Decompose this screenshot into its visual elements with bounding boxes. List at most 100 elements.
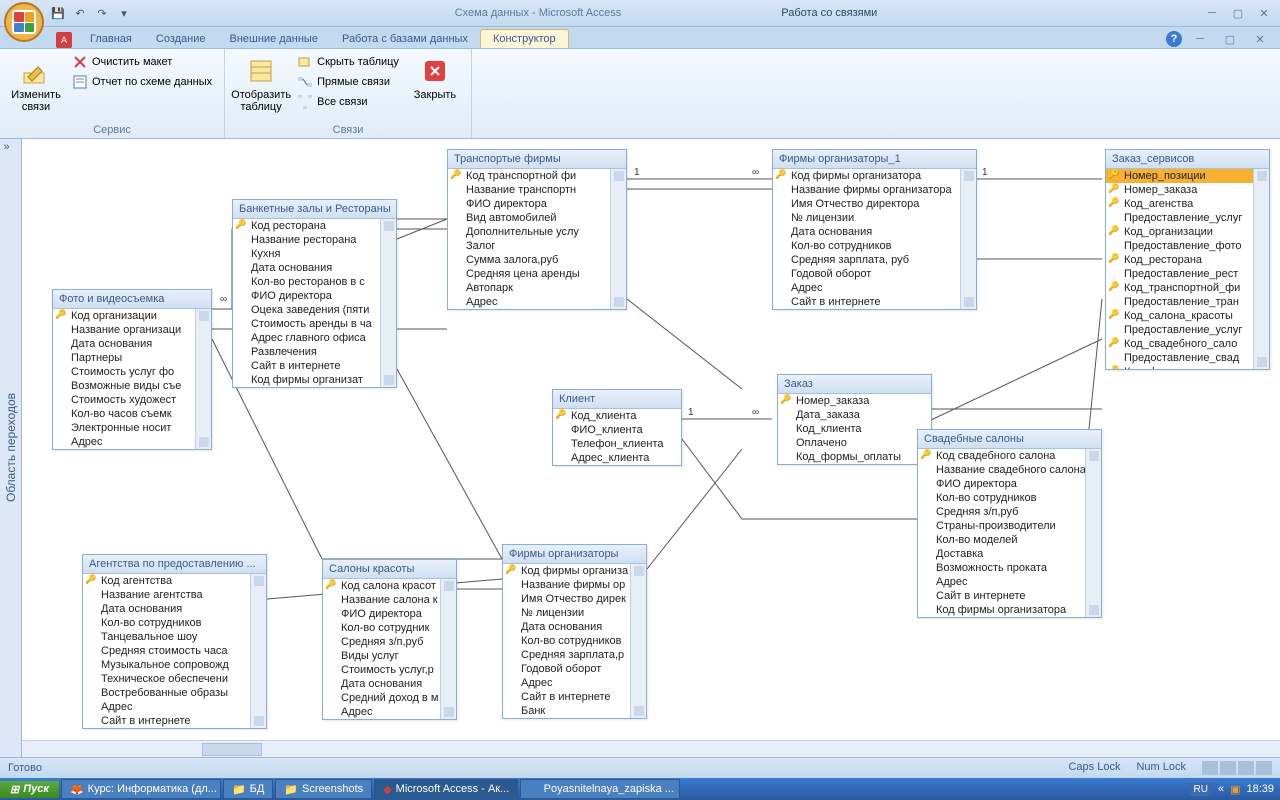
task-item[interactable]: WPoyasnitelnaya_zapiska ...: [520, 779, 680, 799]
table-field[interactable]: Сайт в интернете: [83, 714, 266, 728]
table-field[interactable]: ФИО директора: [323, 607, 456, 621]
table-field[interactable]: Партнеры: [53, 351, 211, 365]
table-field[interactable]: Годовой оборот: [773, 267, 976, 281]
table-field[interactable]: Адрес: [83, 700, 266, 714]
table-field[interactable]: Электронные носит: [53, 421, 211, 435]
table-field[interactable]: Доставка: [918, 547, 1101, 561]
table-field[interactable]: Код транспортной фи: [448, 169, 626, 183]
table-field[interactable]: ФИО директора: [918, 477, 1101, 491]
table-field[interactable]: Дата_заказа: [778, 408, 931, 422]
task-item[interactable]: 📁БД: [223, 779, 273, 799]
table-field[interactable]: Средняя зарплата,р: [503, 648, 646, 662]
table-field[interactable]: Название организаци: [53, 323, 211, 337]
table-field[interactable]: Предоставление_услуг: [1106, 323, 1269, 337]
table-field[interactable]: Востребованные образы: [83, 686, 266, 700]
table-header[interactable]: Транспортые фирмы: [448, 150, 626, 169]
table-field[interactable]: Средняя цена аренды: [448, 267, 626, 281]
table-agency[interactable]: Агентства по предоставлению ...Код агент…: [82, 554, 267, 729]
table-field[interactable]: Годовой оборот: [503, 662, 646, 676]
table-field[interactable]: № лицензии: [773, 211, 976, 225]
edit-relationships-button[interactable]: Изменить связи: [8, 53, 64, 122]
table-field[interactable]: Развлечения: [233, 345, 396, 359]
undo-icon[interactable]: ↶: [72, 5, 88, 21]
table-org[interactable]: Фирмы организаторыКод фирмы организаНазв…: [502, 544, 647, 719]
tab-database[interactable]: Работа с базами данных: [330, 30, 480, 48]
table-field[interactable]: Дата основания: [53, 337, 211, 351]
table-field[interactable]: ФИО директора: [233, 289, 396, 303]
table-field[interactable]: Сайт в интернете: [918, 589, 1101, 603]
table-field[interactable]: Адрес: [773, 281, 976, 295]
table-header[interactable]: Фото и видеосъемка: [53, 290, 211, 309]
table-field[interactable]: Стоимость услуг,р: [323, 663, 456, 677]
close-icon[interactable]: ✕: [1252, 4, 1276, 22]
table-field[interactable]: Адрес: [918, 575, 1101, 589]
table-header[interactable]: Клиент: [553, 390, 681, 409]
table-field[interactable]: Код фирмы организат: [233, 373, 396, 387]
minimize-icon[interactable]: ─: [1200, 4, 1224, 22]
table-field[interactable]: Код_агенства: [1106, 197, 1269, 211]
table-field[interactable]: Возможность проката: [918, 561, 1101, 575]
table-field[interactable]: Стоимость услуг фо: [53, 365, 211, 379]
table-field[interactable]: Название ресторана: [233, 233, 396, 247]
table-field[interactable]: Предоставление_свад: [1106, 351, 1269, 365]
table-field[interactable]: Код фирмы организатора: [918, 603, 1101, 617]
table-field[interactable]: Телефон_клиента: [553, 437, 681, 451]
table-field[interactable]: Вид автомобилей: [448, 211, 626, 225]
table-field[interactable]: Кол-во сотрудник: [323, 621, 456, 635]
table-field[interactable]: Название салона к: [323, 593, 456, 607]
close-button[interactable]: Закрыть: [407, 53, 463, 122]
table-field[interactable]: Залог: [448, 239, 626, 253]
table-field[interactable]: Техническое обеспечени: [83, 672, 266, 686]
table-field[interactable]: Код_салона_красоты: [1106, 309, 1269, 323]
start-button[interactable]: ⊞Пуск: [0, 781, 59, 798]
table-scrollbar[interactable]: [960, 169, 976, 309]
table-field[interactable]: Страны-производители: [918, 519, 1101, 533]
table-field[interactable]: Автопарк: [448, 281, 626, 295]
table-field[interactable]: Кол-во сотрудников: [503, 634, 646, 648]
table-field[interactable]: Дата основания: [83, 602, 266, 616]
table-org1[interactable]: Фирмы организаторы_1Код фирмы организато…: [772, 149, 977, 310]
table-scrollbar[interactable]: [630, 564, 646, 718]
report-button[interactable]: Отчет по схеме данных: [68, 73, 216, 91]
table-field[interactable]: Код ресторана: [233, 219, 396, 233]
table-wedding[interactable]: Свадебные салоныКод свадебного салонаНаз…: [917, 429, 1102, 618]
relationships-canvas[interactable]: 1 ∞ 1 ∞ 1 ∞ 1 Фото и видеосъемкаКод орга…: [22, 139, 1280, 757]
table-field[interactable]: Банк: [503, 704, 646, 718]
table-field[interactable]: Имя Отчество директора: [773, 197, 976, 211]
table-field[interactable]: Предоставление_тран: [1106, 295, 1269, 309]
table-scrollbar[interactable]: [610, 169, 626, 309]
task-item[interactable]: 🦊Курс: Информатика (дл...: [61, 779, 221, 799]
ribbon-minimize-icon[interactable]: ─: [1188, 30, 1212, 48]
table-field[interactable]: Код_фирмы_организа: [1106, 365, 1269, 369]
navigation-pane[interactable]: » Область переходов: [0, 139, 22, 757]
table-field[interactable]: Средняя зарплата, руб: [773, 253, 976, 267]
table-field[interactable]: Средняя з/п,руб: [918, 505, 1101, 519]
table-field[interactable]: Код_организации: [1106, 225, 1269, 239]
nav-expand-icon[interactable]: »: [4, 141, 18, 155]
table-scrollbar[interactable]: [440, 579, 456, 719]
table-scrollbar[interactable]: [1085, 449, 1101, 617]
redo-icon[interactable]: ↷: [94, 5, 110, 21]
table-field[interactable]: Название фирмы ор: [503, 578, 646, 592]
table-field[interactable]: Код_транспортной_фи: [1106, 281, 1269, 295]
tab-design[interactable]: Конструктор: [480, 29, 569, 48]
table-field[interactable]: Код организации: [53, 309, 211, 323]
table-services[interactable]: Заказ_сервисовНомер_позицииНомер_заказаК…: [1105, 149, 1270, 370]
table-order[interactable]: ЗаказНомер_заказаДата_заказаКод_клиентаО…: [777, 374, 932, 465]
table-field[interactable]: Предоставление_рест: [1106, 267, 1269, 281]
tray-icon[interactable]: «: [1218, 783, 1224, 795]
table-header[interactable]: Свадебные салоны: [918, 430, 1101, 449]
table-field[interactable]: Возможные виды съе: [53, 379, 211, 393]
task-item-active[interactable]: ◆Microsoft Access - Ак...: [374, 779, 518, 799]
table-field[interactable]: Номер_заказа: [778, 394, 931, 408]
maximize-icon[interactable]: ▢: [1226, 4, 1250, 22]
table-field[interactable]: Музыкальное сопровожд: [83, 658, 266, 672]
table-field[interactable]: Сайт в интернете: [773, 295, 976, 309]
table-client[interactable]: КлиентКод_клиентаФИО_клиентаТелефон_клие…: [552, 389, 682, 466]
table-field[interactable]: Адрес главного офиса: [233, 331, 396, 345]
system-tray[interactable]: RU « ▣ 18:39: [1189, 783, 1280, 796]
office-button[interactable]: [4, 2, 44, 42]
table-scrollbar[interactable]: [380, 219, 396, 387]
table-field[interactable]: Стоимость художест: [53, 393, 211, 407]
table-field[interactable]: № лицензии: [503, 606, 646, 620]
